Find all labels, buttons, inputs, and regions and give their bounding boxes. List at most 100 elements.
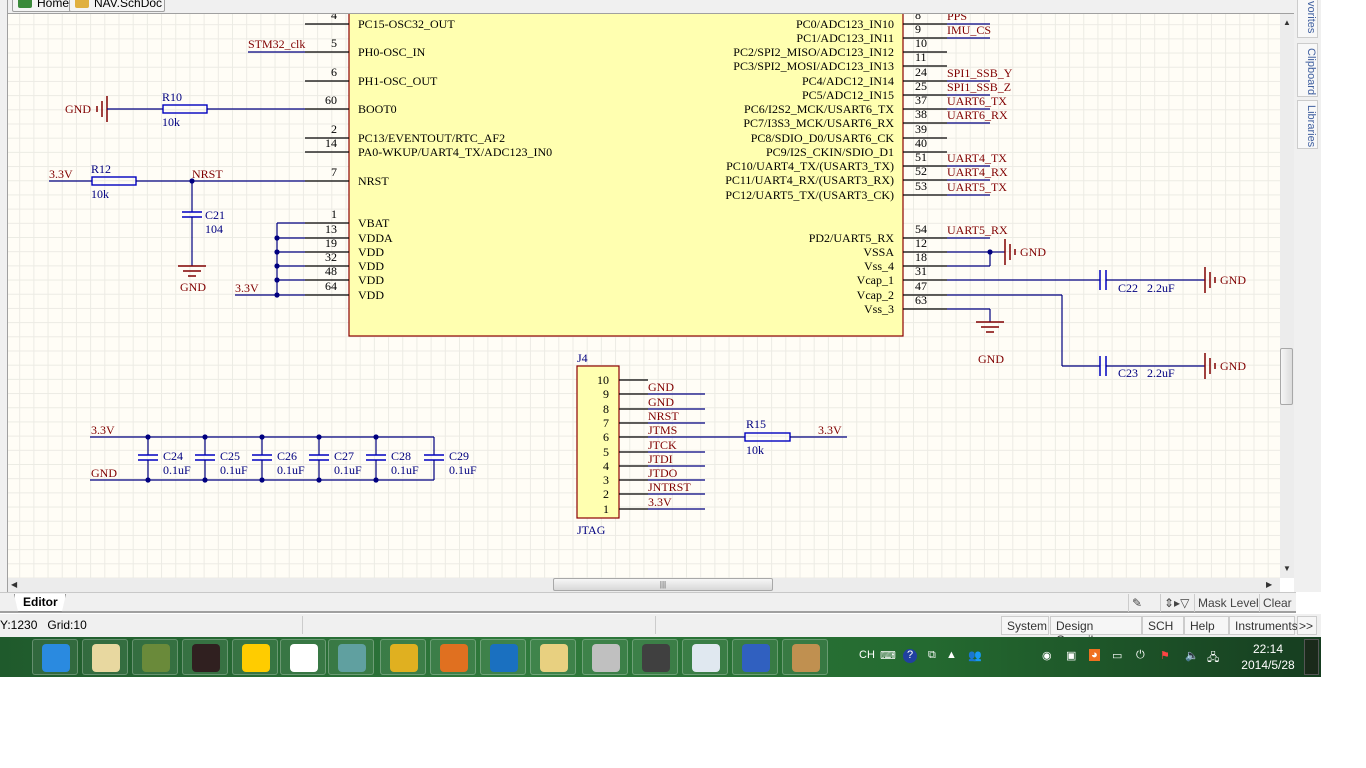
tab-nav-schdoc[interactable]: NAV.SchDoc bbox=[69, 0, 165, 12]
monitor-icon[interactable]: ▣ bbox=[1066, 649, 1076, 662]
pin-number: 9 bbox=[603, 387, 609, 401]
capacitor-designator: C29 bbox=[449, 449, 469, 463]
capacitor-designator: C24 bbox=[163, 449, 183, 463]
net-label: UART4_TX bbox=[947, 151, 1007, 165]
taskbar-app-k-app[interactable] bbox=[480, 639, 526, 675]
gold-coin-app-icon bbox=[390, 644, 418, 672]
system-button[interactable]: System bbox=[1001, 616, 1049, 635]
taskbar-app-calligraphy-app[interactable] bbox=[82, 639, 128, 675]
pin-name: Vcap_1 bbox=[857, 273, 894, 287]
capacitor-designator: C27 bbox=[334, 449, 354, 463]
net-label: JNTRST bbox=[648, 480, 691, 494]
instruments-button[interactable]: Instruments bbox=[1229, 616, 1298, 635]
schematic-canvas[interactable]: 4 PC15-OSC32_OUT 5 PH0-OSC_IN 6 PH1-OSC_OUT 60… bbox=[8, 14, 1280, 578]
net-label: IMU_CS bbox=[947, 23, 991, 37]
r12-designator: R12 bbox=[91, 162, 111, 176]
clock-date: 2014/5/28 bbox=[1241, 658, 1295, 672]
sch-button[interactable]: SCH bbox=[1142, 616, 1184, 635]
junction-dot bbox=[274, 263, 280, 269]
panel-tab-libraries[interactable]: Libraries bbox=[1297, 100, 1318, 149]
taskbar-app-brand-app[interactable] bbox=[182, 639, 228, 675]
junction-dot bbox=[274, 235, 280, 241]
design-compiler-button[interactable]: Design Compiler bbox=[1050, 616, 1142, 647]
junction-dot bbox=[274, 277, 280, 283]
net-label-3v3: 3.3V bbox=[235, 281, 259, 295]
taskbar-app-castle-app[interactable] bbox=[430, 639, 476, 675]
help-button[interactable]: Help bbox=[1184, 616, 1229, 635]
filter-icon[interactable]: ⇕▸▽ bbox=[1160, 594, 1194, 612]
taskbar-app-paint[interactable] bbox=[782, 639, 828, 675]
keyboard-icon[interactable]: ⌨ bbox=[880, 649, 896, 662]
network-globe-icon[interactable]: ◉ bbox=[1042, 649, 1052, 662]
penguin-app-icon bbox=[142, 644, 170, 672]
show-desktop-button[interactable] bbox=[1304, 639, 1319, 675]
pin-number: 4 bbox=[603, 459, 609, 473]
status-divider bbox=[302, 616, 303, 634]
panel-tab-clipboard[interactable]: Clipboard bbox=[1297, 43, 1318, 97]
pin-number: 24 bbox=[915, 65, 927, 79]
taskbar-app-folder[interactable] bbox=[530, 639, 576, 675]
vertical-scroll-thumb[interactable] bbox=[1280, 348, 1293, 405]
net-label: JTDO bbox=[648, 466, 678, 480]
scroll-left-icon[interactable]: ◀ bbox=[11, 580, 17, 589]
scroll-up-icon[interactable]: ▲ bbox=[1283, 18, 1291, 27]
pin-name: PC0/ADC123_IN10 bbox=[796, 17, 894, 31]
mask-level-button[interactable]: Mask Level bbox=[1194, 594, 1262, 612]
taskbar-app-browser[interactable] bbox=[32, 639, 78, 675]
pin-name: VSSA bbox=[863, 245, 894, 259]
pin-number: 10 bbox=[915, 36, 927, 50]
k-app-icon bbox=[490, 644, 518, 672]
scroll-right-icon[interactable]: ▶ bbox=[1266, 580, 1272, 589]
horizontal-scroll-thumb[interactable]: ||| bbox=[553, 578, 773, 591]
net-label: UART6_RX bbox=[947, 108, 1008, 122]
capacitor-value: 0.1uF bbox=[391, 463, 419, 477]
action-center-flag-icon[interactable]: ⚑ bbox=[1160, 649, 1170, 662]
game-icon[interactable]: ◕ bbox=[1089, 649, 1100, 661]
help-icon[interactable]: ? bbox=[903, 649, 917, 663]
restore-icon[interactable]: ⧉ bbox=[928, 649, 936, 662]
pin-name: PC3/SPI2_MOSI/ADC123_IN13 bbox=[733, 59, 894, 73]
pin-number: 19 bbox=[325, 236, 337, 250]
editor-tab-bar: Editor ✎ ⇕▸▽ Mask Level Clear bbox=[0, 592, 1296, 613]
taskbar-app-penguin-app[interactable] bbox=[132, 639, 178, 675]
capacitor-designator: C28 bbox=[391, 449, 411, 463]
grid-readout: Grid:10 bbox=[47, 618, 87, 632]
taskbar-app-text-editor[interactable] bbox=[682, 639, 728, 675]
taskbar-app-gold-coin-app[interactable] bbox=[380, 639, 426, 675]
taskbar-app-drive[interactable] bbox=[582, 639, 628, 675]
pin-name: PC12/UART5_TX/(USART3_CK) bbox=[725, 188, 894, 202]
taskbar-app-planet-app[interactable] bbox=[328, 639, 374, 675]
net-label: SPI1_SSB_Y bbox=[947, 66, 1013, 80]
display-icon[interactable]: ▭ bbox=[1112, 649, 1122, 662]
taskbar-app-word[interactable] bbox=[732, 639, 778, 675]
tab-editor[interactable]: Editor bbox=[14, 594, 66, 612]
clock[interactable]: 22:14 2014/5/28 bbox=[1236, 641, 1300, 673]
horizontal-scrollbar[interactable]: ◀ ||| ▶ bbox=[8, 578, 1280, 592]
volume-icon[interactable]: 🔈 bbox=[1185, 649, 1199, 662]
c23-designator: C23 bbox=[1118, 366, 1138, 380]
panel-tab-favorites[interactable]: vorites bbox=[1297, 0, 1318, 38]
users-icon[interactable]: 👥 bbox=[968, 649, 982, 662]
j4-value: JTAG bbox=[577, 523, 606, 537]
network-icon[interactable]: 🖧 bbox=[1207, 649, 1219, 668]
pin-name: VDD bbox=[358, 259, 384, 273]
more-button[interactable]: >> bbox=[1297, 616, 1317, 635]
highlight-pen-icon[interactable]: ✎ bbox=[1128, 594, 1158, 612]
resistor-body bbox=[91, 176, 137, 186]
taskbar-app-book-app[interactable] bbox=[632, 639, 678, 675]
taskbar-app-big-app[interactable] bbox=[280, 639, 326, 675]
vertical-scrollbar[interactable]: ▲ ▼ bbox=[1280, 14, 1294, 578]
taskbar-app-qq[interactable] bbox=[232, 639, 278, 675]
junction-dot bbox=[259, 434, 265, 440]
clear-button[interactable]: Clear bbox=[1259, 594, 1295, 612]
pin-number: 18 bbox=[915, 250, 927, 264]
show-hidden-icons[interactable]: ▲ bbox=[946, 649, 957, 661]
power-plug-icon[interactable]: ⏻ bbox=[1136, 649, 1145, 662]
scroll-down-icon[interactable]: ▼ bbox=[1283, 564, 1291, 573]
clock-time: 22:14 bbox=[1252, 642, 1284, 656]
taskbar: CH ⌨ ? ⧉ ▲ 👥 ◉ ▣ ◕ ▭ ⏻ ⚑ 🔈 🖧 22:14 2014/5… bbox=[0, 637, 1321, 677]
language-indicator[interactable]: CH bbox=[859, 649, 875, 661]
gnd-label: GND bbox=[1220, 359, 1246, 373]
pin-name: Vss_4 bbox=[864, 259, 894, 273]
tab-home[interactable]: Home bbox=[12, 0, 77, 12]
